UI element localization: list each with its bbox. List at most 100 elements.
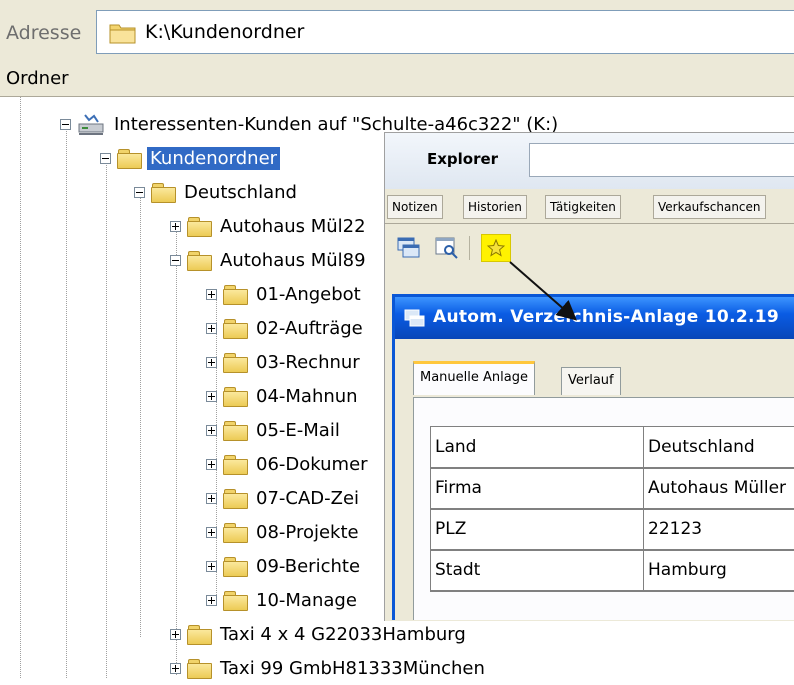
tree-label: 10-Manage: [253, 589, 360, 612]
windows-icon[interactable]: [395, 234, 423, 262]
folder-icon: [223, 556, 247, 576]
dialog-title: Autom. Verzeichnis-Anlage 10.2.19: [433, 307, 779, 327]
tree-guide-line: [140, 191, 141, 637]
tab-verkaufschancen[interactable]: Verkaufschancen: [653, 195, 766, 219]
tab-manuelle-anlage[interactable]: Manuelle Anlage: [413, 361, 535, 395]
collapse-icon[interactable]: [170, 255, 181, 266]
expand-icon[interactable]: [206, 595, 217, 606]
folder-icon: [187, 250, 211, 270]
tree-node-subfolder[interactable]: 04-Mahnun: [206, 379, 361, 413]
crm-tab-row: Notizen Historien Tätigkeiten Verkaufsch…: [385, 189, 794, 224]
tree-guide-line: [66, 123, 67, 678]
tree-label: 04-Mahnun: [253, 385, 361, 408]
tab-notizen[interactable]: Notizen: [387, 195, 443, 219]
tree-label: 06-Dokumer: [253, 453, 371, 476]
grid-row: Firma Autohaus Müller: [431, 468, 794, 509]
tree-label: 09-Berichte: [253, 555, 363, 578]
crm-header: Explorer: [385, 133, 794, 190]
tree-node-subfolder[interactable]: 03-Rechnur: [206, 345, 363, 379]
expand-icon[interactable]: [170, 629, 181, 640]
tree-node-subfolder[interactable]: 02-Aufträge: [206, 311, 366, 345]
collapse-icon[interactable]: [60, 119, 71, 130]
grid-key: Firma: [431, 468, 644, 509]
folder-icon: [151, 182, 175, 202]
collapse-icon[interactable]: [100, 153, 111, 164]
tree-label: 05-E-Mail: [253, 419, 343, 442]
folder-icon: [223, 352, 247, 372]
grid-value[interactable]: Deutschland: [644, 427, 794, 468]
tree-guide-line: [106, 157, 107, 678]
folder-icon: [223, 284, 247, 304]
tree-label: 03-Rechnur: [253, 351, 363, 374]
crm-toolbar: [385, 224, 794, 272]
toolbar-separator: [469, 236, 470, 260]
tab-verlauf[interactable]: Verlauf: [561, 367, 621, 395]
address-grid: Land Deutschland Firma Autohaus Müller P…: [430, 426, 794, 591]
grid-row: PLZ 22123: [431, 509, 794, 550]
address-input[interactable]: K:\Kundenordner: [96, 10, 794, 54]
tree-label: 08-Projekte: [253, 521, 362, 544]
dialog-titlebar: Autom. Verzeichnis-Anlage 10.2.19: [395, 297, 794, 339]
tree-node-subfolder[interactable]: 01-Angebot: [206, 277, 364, 311]
tab-historien[interactable]: Historien: [463, 195, 527, 219]
folder-icon: [187, 624, 211, 644]
expand-icon[interactable]: [206, 357, 217, 368]
tree-node-taxi-1[interactable]: Taxi 4 x 4 G22033Hamburg: [170, 617, 469, 651]
expand-icon[interactable]: [206, 323, 217, 334]
expand-icon[interactable]: [206, 391, 217, 402]
expand-icon[interactable]: [206, 527, 217, 538]
grid-key: Land: [431, 427, 644, 468]
tree-guide-line: [20, 97, 21, 678]
grid-value[interactable]: Autohaus Müller: [644, 468, 794, 509]
tree-node-subfolder[interactable]: 10-Manage: [206, 583, 360, 617]
star-icon: [487, 239, 505, 257]
folder-icon: [223, 318, 247, 338]
open-folder-icon: [117, 148, 141, 168]
folder-icon: [223, 454, 247, 474]
address-value: K:\Kundenordner: [145, 21, 304, 43]
address-bar: Adresse K:\Kundenordner: [0, 0, 794, 63]
tree-node-subfolder[interactable]: 07-CAD-Zei: [206, 481, 362, 515]
tree-guide-line: [176, 225, 177, 675]
expand-icon[interactable]: [206, 493, 217, 504]
tree-label: Autohaus Mül22: [217, 215, 369, 238]
expand-icon[interactable]: [206, 561, 217, 572]
tree-label: Taxi 4 x 4 G22033Hamburg: [217, 623, 469, 646]
grid-value[interactable]: 22123: [644, 509, 794, 550]
tree-node-subfolder[interactable]: 09-Berichte: [206, 549, 363, 583]
grid-value[interactable]: Hamburg: [644, 550, 794, 591]
expand-icon[interactable]: [206, 459, 217, 470]
tree-label: 07-CAD-Zei: [253, 487, 362, 510]
tree-node-subfolder[interactable]: 06-Dokumer: [206, 447, 371, 481]
star-button[interactable]: [481, 234, 511, 262]
grid-row: Stadt Hamburg: [431, 550, 794, 591]
expand-icon[interactable]: [170, 221, 181, 232]
tree-node-taxi-2[interactable]: Taxi 99 GmbH81333München: [170, 651, 488, 685]
tree-node-kundenordner[interactable]: Kundenordner: [100, 141, 280, 175]
folder-icon: [223, 590, 247, 610]
collapse-icon[interactable]: [134, 187, 145, 198]
folder-icon: [223, 522, 247, 542]
folder-icon: [109, 22, 137, 48]
expand-icon[interactable]: [206, 289, 217, 300]
folder-icon: [223, 386, 247, 406]
dialog-panel: Land Deutschland Firma Autohaus Müller P…: [413, 397, 794, 620]
expand-icon[interactable]: [206, 425, 217, 436]
crm-search-input[interactable]: [529, 143, 794, 177]
tree-node-subfolder[interactable]: 05-E-Mail: [206, 413, 343, 447]
auto-folder-dialog: Autom. Verzeichnis-Anlage 10.2.19 Manuel…: [392, 294, 794, 620]
tree-node-deutschland[interactable]: Deutschland: [134, 175, 300, 209]
tree-label: Deutschland: [181, 181, 300, 204]
folder-icon: [223, 420, 247, 440]
address-label: Adresse: [6, 22, 81, 44]
tree-label: 02-Aufträge: [253, 317, 366, 340]
search-window-icon[interactable]: [433, 234, 461, 262]
crm-title: Explorer: [427, 150, 498, 168]
tree-label: Autohaus Mül89: [217, 249, 369, 272]
tab-taetigkeiten[interactable]: Tätigkeiten: [545, 195, 621, 219]
windows-icon: [403, 307, 427, 329]
expand-icon[interactable]: [170, 663, 181, 674]
tree-node-subfolder[interactable]: 08-Projekte: [206, 515, 362, 549]
tree-node-autohaus-2[interactable]: Autohaus Mül89: [170, 243, 369, 277]
tree-node-autohaus-1[interactable]: Autohaus Mül22: [170, 209, 369, 243]
